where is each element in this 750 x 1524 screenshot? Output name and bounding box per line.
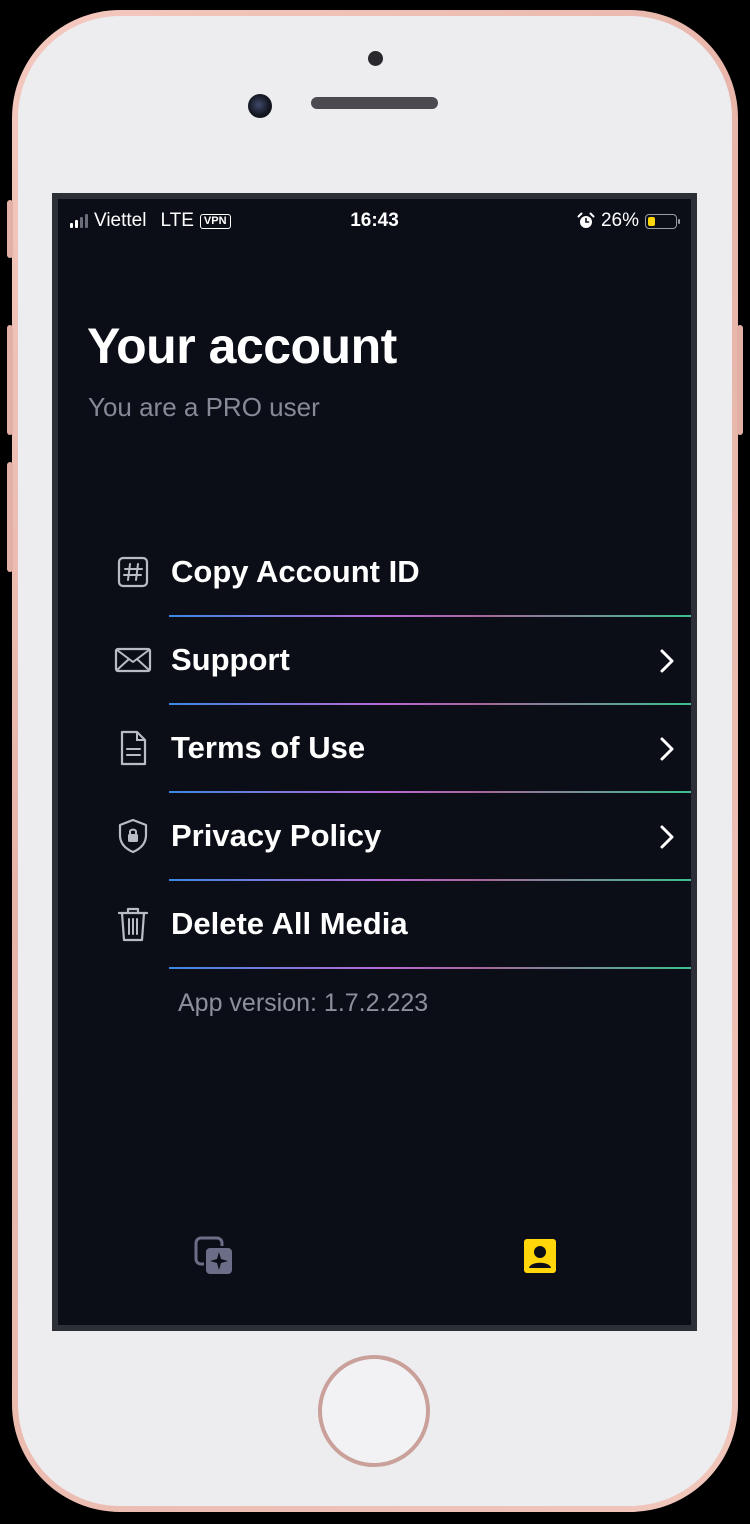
menu-item-label: Copy Account ID (171, 554, 420, 589)
alarm-icon (577, 212, 595, 228)
chevron-right-icon (660, 825, 674, 849)
app-version: App version: 1.7.2.223 (178, 989, 429, 1017)
menu-item-label: Terms of Use (171, 730, 366, 765)
app-screen: Viettel LTE VPN 16:43 26% Your account Y… (52, 193, 697, 1331)
earpiece-speaker (311, 97, 438, 109)
account-status-subtitle: You are a PRO user (88, 392, 320, 422)
menu-item-support[interactable]: Support (58, 617, 691, 705)
menu-divider (169, 967, 691, 969)
account-icon[interactable] (518, 1235, 562, 1279)
home-button[interactable] (318, 1355, 430, 1467)
menu-item-delete-all-media[interactable]: Delete All Media (58, 881, 691, 969)
shield-lock-icon (118, 818, 148, 854)
proximity-sensor (368, 51, 383, 66)
battery-percent: 26% (600, 210, 639, 231)
front-camera (248, 94, 272, 118)
mute-switch (7, 200, 13, 258)
menu-item-copy-account-id[interactable]: Copy Account ID (58, 529, 691, 617)
hashtag-icon (117, 556, 149, 588)
power-button (737, 325, 743, 435)
menu-item-label: Privacy Policy (171, 818, 382, 853)
envelope-icon (114, 647, 152, 673)
status-right: 26% (577, 210, 680, 232)
menu-item-terms-of-use[interactable]: Terms of Use (58, 705, 691, 793)
page-title: Your account (87, 318, 397, 374)
chevron-right-icon (660, 649, 674, 673)
trash-icon (117, 907, 149, 942)
battery-icon (645, 213, 680, 229)
chevron-right-icon (660, 737, 674, 761)
menu-item-label: Delete All Media (171, 906, 408, 941)
account-menu: Copy Account ID Support Terms of Use Pri… (58, 529, 691, 969)
volume-down-button (7, 462, 13, 572)
menu-item-privacy-policy[interactable]: Privacy Policy (58, 793, 691, 881)
status-bar: Viettel LTE VPN 16:43 26% (58, 199, 691, 243)
volume-up-button (7, 325, 13, 435)
menu-item-label: Support (171, 642, 290, 677)
document-icon (120, 730, 147, 766)
gallery-sparkle-icon[interactable] (193, 1235, 237, 1279)
